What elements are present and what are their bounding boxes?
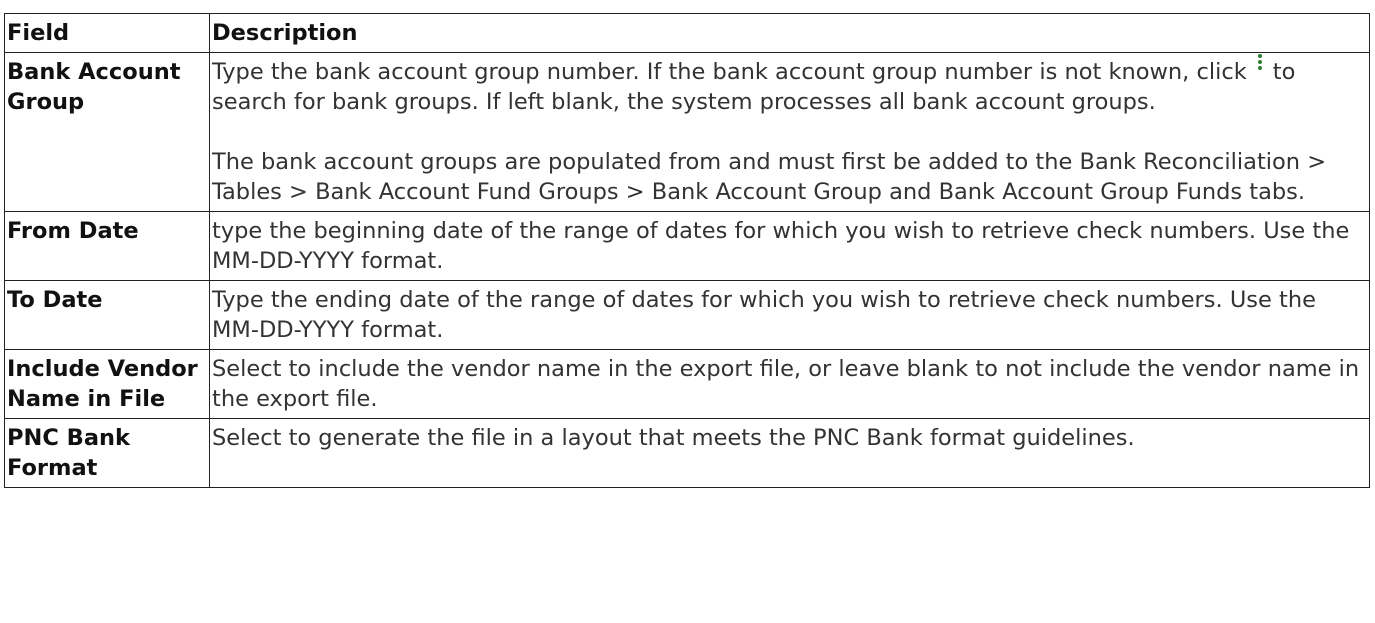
table-row: PNC Bank Format Select to generate the f… (4, 418, 1370, 488)
field-description: type the beginning date of the range of … (209, 211, 1370, 281)
header-field: Field (4, 13, 210, 53)
field-name: Include Vendor Name in File (4, 349, 210, 419)
field-description: Type the ending date of the range of dat… (209, 280, 1370, 350)
table-row: Bank Account Group Type the bank account… (4, 52, 1370, 212)
field-name: To Date (4, 280, 210, 350)
field-description: Select to include the vendor name in the… (209, 349, 1370, 419)
table-row: To Date Type the ending date of the rang… (4, 280, 1370, 350)
kebab-search-icon[interactable] (1247, 49, 1273, 79)
table-header-row: Field Description (4, 13, 1370, 53)
description-paragraph: Type the bank account group number. If t… (212, 54, 1369, 117)
field-name: PNC Bank Format (4, 418, 210, 488)
table-row: Include Vendor Name in File Select to in… (4, 349, 1370, 419)
field-name: Bank Account Group (4, 52, 210, 212)
field-description: Type the bank account group number. If t… (209, 52, 1370, 212)
field-description-table: Field Description Bank Account Group Typ… (4, 13, 1370, 488)
field-name: From Date (4, 211, 210, 281)
table-row: From Date type the beginning date of the… (4, 211, 1370, 281)
description-text: Type the bank account group number. If t… (212, 59, 1247, 85)
field-description: Select to generate the file in a layout … (209, 418, 1370, 488)
description-paragraph: The bank account groups are populated fr… (212, 149, 1327, 205)
header-description: Description (209, 13, 1370, 53)
